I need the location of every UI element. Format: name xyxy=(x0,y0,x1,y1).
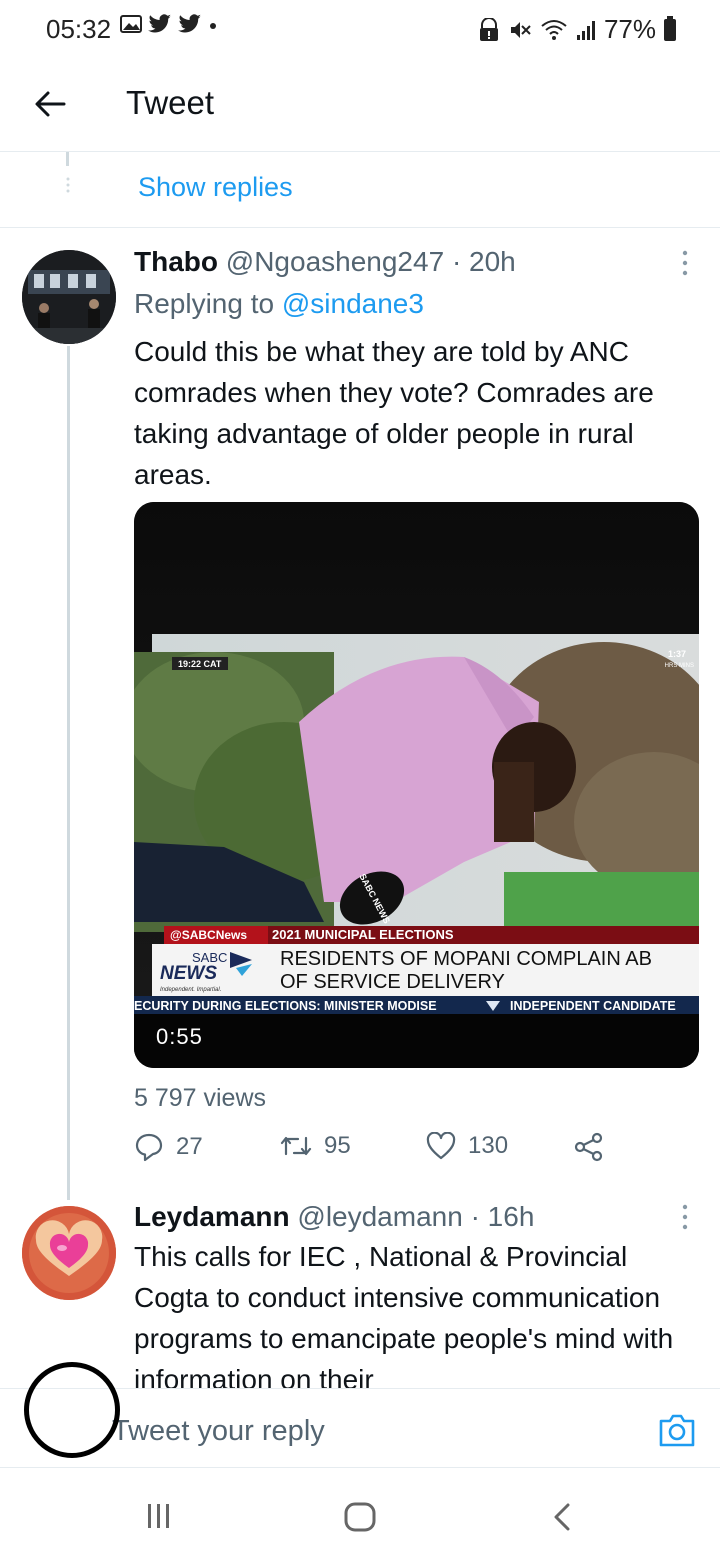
share-icon xyxy=(574,1132,603,1162)
overlay-corner-top: 1:37 xyxy=(668,649,686,659)
retweet-icon xyxy=(280,1136,312,1156)
tweet-time: · 16h xyxy=(470,1201,535,1232)
overlay-time: 19:22 CAT xyxy=(178,659,222,669)
avatar-image xyxy=(22,1206,116,1300)
reply-action[interactable]: 27 xyxy=(134,1132,203,1162)
more-options-icon[interactable] xyxy=(680,1204,690,1230)
twitter-notification-icon xyxy=(148,14,171,33)
recent-apps-icon[interactable] xyxy=(146,1502,172,1530)
avatar-image xyxy=(22,250,116,344)
heart-icon xyxy=(426,1132,456,1160)
more-options-icon[interactable] xyxy=(680,250,690,276)
like-count: 130 xyxy=(468,1132,509,1159)
view-count: 5 797 views xyxy=(134,1084,267,1112)
status-bar: 05:32 77% xyxy=(0,0,720,60)
author-name[interactable]: Leydamann xyxy=(134,1201,290,1232)
tweet-header: Thabo @Ngoasheng247 · 20h xyxy=(134,246,516,278)
news-category: 2021 MUNICIPAL ELECTIONS xyxy=(272,927,454,942)
replying-mention[interactable]: @sindane3 xyxy=(282,288,424,319)
camera-icon[interactable] xyxy=(658,1413,696,1447)
show-replies-row[interactable]: Show replies xyxy=(0,152,720,228)
video-player[interactable]: SABC NEWS 19:22 CAT 1:37 HRS MINS @SABCN… xyxy=(134,502,699,1068)
status-time: 05:32 xyxy=(46,14,112,44)
reply-input[interactable]: Tweet your reply xyxy=(112,1415,325,1448)
home-icon[interactable] xyxy=(344,1502,376,1532)
sabc-tagline: Independent. Impartial. xyxy=(160,987,221,993)
like-action[interactable]: 130 xyxy=(426,1132,508,1160)
dot-icon xyxy=(210,23,216,29)
twitter-notification-icon-2 xyxy=(178,14,201,33)
video-duration: 0:55 xyxy=(156,1024,203,1049)
tweet-text: This calls for IEC , National & Provinci… xyxy=(134,1241,674,1388)
thread-dots xyxy=(66,152,70,193)
headline-line-2: OF SERVICE DELIVERY xyxy=(280,971,505,993)
touch-indicator-ring xyxy=(24,1362,120,1458)
video-frame: SABC NEWS 19:22 CAT 1:37 HRS MINS @SABCN… xyxy=(134,502,699,1068)
replying-to: Replying to @sindane3 xyxy=(134,288,424,320)
back-arrow-icon[interactable] xyxy=(30,84,70,124)
lock-alert-icon xyxy=(479,17,498,41)
retweet-count: 95 xyxy=(324,1132,351,1159)
tweet-actions: 27 95 130 xyxy=(134,1132,614,1168)
ticker-left: ECURITY DURING ELECTIONS: MINISTER MODIS… xyxy=(134,999,437,1013)
replying-prefix: Replying to xyxy=(134,288,275,319)
thread-connector xyxy=(67,346,70,1200)
author-handle[interactable]: @leydamann xyxy=(297,1201,462,1232)
mute-icon xyxy=(510,21,531,38)
page-title: Tweet xyxy=(126,84,215,121)
overlay-corner-bottom: HRS MINS xyxy=(665,663,694,669)
sabc-logo-bottom: NEWS xyxy=(160,963,217,984)
system-status: 77% xyxy=(478,14,676,45)
battery-icon xyxy=(664,15,676,41)
show-replies-link[interactable]: Show replies xyxy=(138,172,293,203)
signal-icon xyxy=(576,20,595,40)
back-nav-icon[interactable] xyxy=(550,1502,574,1532)
wifi-icon xyxy=(541,19,567,40)
tweet-header: Leydamann @leydamann · 16h xyxy=(134,1201,534,1233)
retweet-action[interactable]: 95 xyxy=(280,1132,351,1160)
author-name[interactable]: Thabo xyxy=(134,246,218,277)
gallery-notification-icon xyxy=(120,15,142,33)
battery-percent: 77% xyxy=(603,14,656,44)
reply-count: 27 xyxy=(176,1133,203,1160)
share-action[interactable] xyxy=(574,1132,604,1162)
channel-handle: @SABCNews xyxy=(170,928,247,942)
ticker-right: INDEPENDENT CANDIDATE xyxy=(510,999,676,1013)
tweet-time: · 20h xyxy=(451,246,516,277)
avatar[interactable] xyxy=(22,250,116,344)
notification-icons xyxy=(120,14,218,34)
avatar[interactable] xyxy=(22,1206,116,1300)
headline-line-1: RESIDENTS OF MOPANI COMPLAIN AB xyxy=(280,948,652,970)
system-nav-bar xyxy=(0,1470,720,1560)
author-handle[interactable]: @Ngoasheng247 xyxy=(226,246,444,277)
app-header: Tweet xyxy=(0,60,720,152)
reply-icon xyxy=(135,1133,163,1162)
tweet-text: Could this be what they are told by ANC … xyxy=(134,336,654,490)
